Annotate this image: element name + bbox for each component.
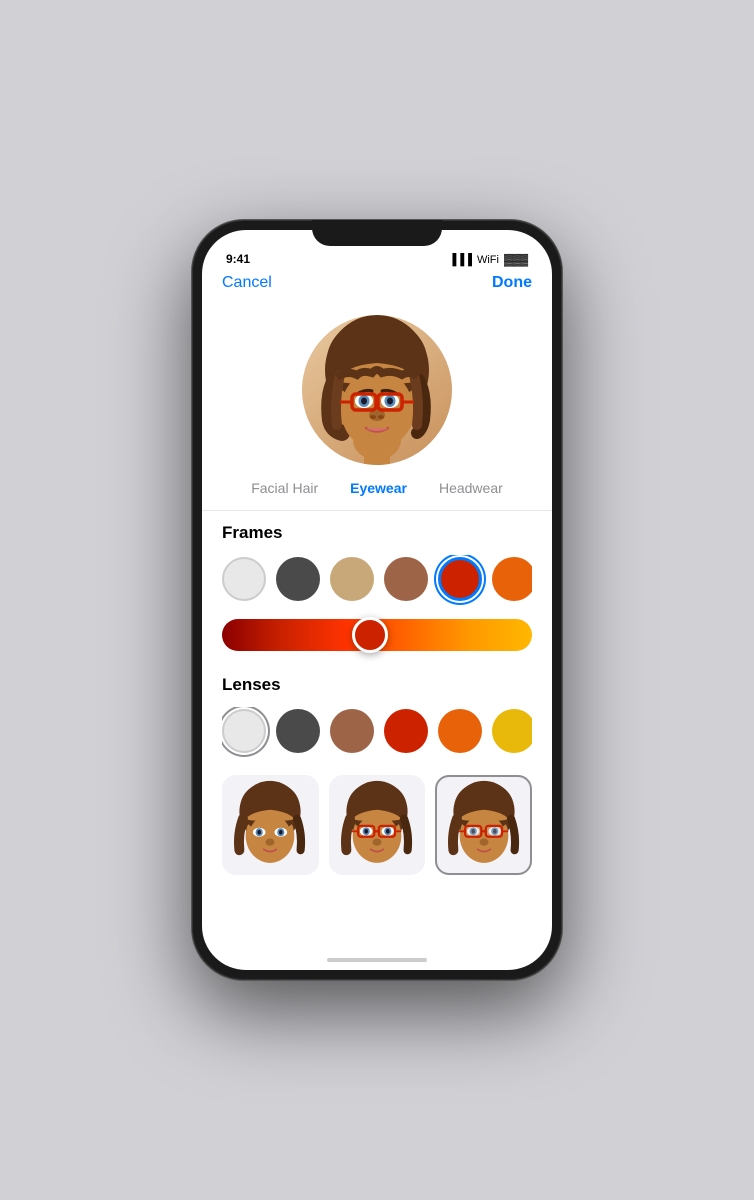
- lens-color-dark-gray[interactable]: [276, 709, 320, 753]
- status-time: 9:41: [226, 252, 250, 266]
- phone-frame: 9:41 ▐▐▐ WiFi ▓▓▓ Cancel Done: [192, 220, 562, 980]
- frame-color-brown[interactable]: [384, 557, 428, 601]
- done-button[interactable]: Done: [492, 274, 532, 292]
- lens-color-red[interactable]: [384, 709, 428, 753]
- avatar-area: [202, 300, 552, 470]
- avatar: [302, 315, 452, 465]
- battery-icon: ▓▓▓: [504, 254, 528, 266]
- lenses-title: Lenses: [222, 675, 532, 695]
- frame-color-white[interactable]: [222, 557, 266, 601]
- lenses-color-row: [222, 707, 532, 763]
- memoji-svg: [302, 315, 452, 465]
- segment-tabs: Facial Hair Eyewear Headwear: [202, 470, 552, 511]
- tab-eyewear[interactable]: Eyewear: [334, 476, 423, 500]
- lenses-section: Lenses: [202, 667, 552, 763]
- frame-color-dark-gray[interactable]: [276, 557, 320, 601]
- thumb-clear-glasses[interactable]: [435, 775, 532, 875]
- wifi-icon: WiFi: [477, 254, 499, 266]
- lens-color-brown[interactable]: [330, 709, 374, 753]
- frame-color-tan[interactable]: [330, 557, 374, 601]
- slider-thumb[interactable]: [352, 617, 388, 653]
- top-nav: Cancel Done: [202, 270, 552, 300]
- notch: [312, 220, 442, 246]
- home-indicator: [327, 958, 427, 962]
- phone-screen: 9:41 ▐▐▐ WiFi ▓▓▓ Cancel Done: [202, 230, 552, 970]
- thumb-red-glasses[interactable]: [329, 775, 426, 875]
- cancel-button[interactable]: Cancel: [222, 274, 272, 292]
- frames-color-row: [222, 555, 532, 611]
- lens-color-clear[interactable]: [222, 709, 266, 753]
- color-slider[interactable]: [222, 611, 532, 667]
- lens-color-orange[interactable]: [438, 709, 482, 753]
- lens-color-yellow[interactable]: [492, 709, 532, 753]
- signal-icon: ▐▐▐: [449, 254, 472, 266]
- thumbnail-row: [202, 763, 552, 875]
- tab-headwear[interactable]: Headwear: [423, 476, 519, 500]
- frame-color-red[interactable]: [438, 557, 482, 601]
- thumb-no-glasses[interactable]: [222, 775, 319, 875]
- frames-section: Frames: [202, 511, 552, 667]
- frame-color-orange[interactable]: [492, 557, 532, 601]
- frames-title: Frames: [222, 523, 532, 543]
- slider-track: [222, 619, 532, 651]
- tab-facial-hair[interactable]: Facial Hair: [235, 476, 334, 500]
- status-icons: ▐▐▐ WiFi ▓▓▓: [449, 254, 528, 266]
